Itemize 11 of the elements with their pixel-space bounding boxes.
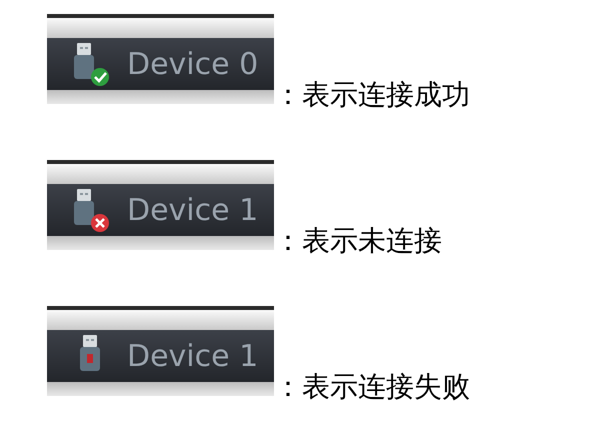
device-label: Device 1: [127, 192, 258, 230]
legend-caption: ：表示连接成功: [274, 77, 470, 113]
device-label: Device 1: [127, 338, 258, 376]
legend-caption: ：表示连接失败: [274, 369, 470, 405]
legend-caption: ：表示未连接: [274, 223, 442, 259]
usb-error-icon: [71, 187, 111, 233]
device-tab[interactable]: Device 0: [47, 14, 274, 104]
device-tab[interactable]: Device 1: [47, 160, 274, 250]
device-label: Device 0: [127, 46, 258, 84]
device-tab[interactable]: Device 1: [47, 306, 274, 396]
usb-check-icon: [71, 41, 111, 87]
